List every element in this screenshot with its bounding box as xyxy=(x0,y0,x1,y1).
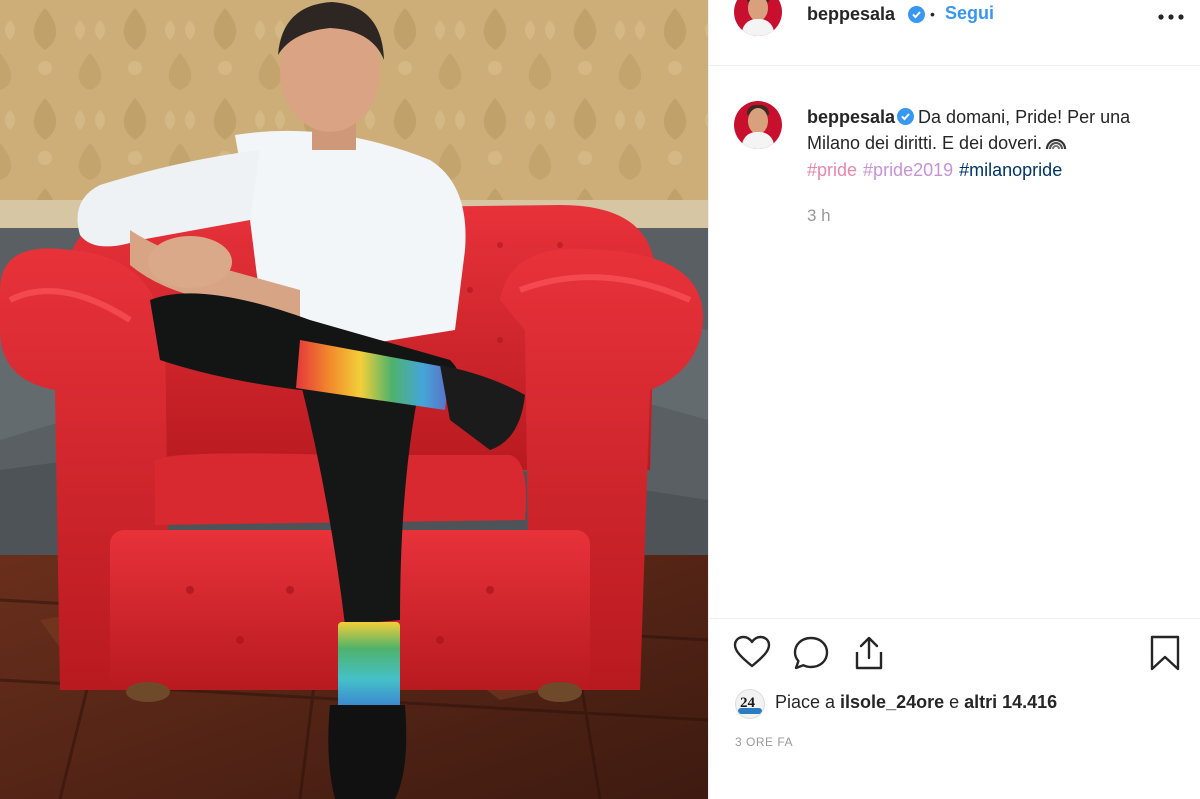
verified-badge-icon xyxy=(908,6,925,23)
photo-scene xyxy=(0,0,708,799)
liker-username[interactable]: ilsole_24ore xyxy=(840,692,944,712)
caption-username[interactable]: beppesala xyxy=(807,107,895,127)
comment-icon[interactable] xyxy=(792,635,830,676)
post-caption: beppesala Da domani, Pride! Per una Milan… xyxy=(807,104,1167,183)
bookmark-icon[interactable] xyxy=(1149,634,1181,677)
hashtag-link[interactable]: #milanopride xyxy=(959,160,1062,180)
author-username[interactable]: beppesala xyxy=(807,4,895,25)
likes-count[interactable]: altri 14.416 xyxy=(964,692,1057,712)
heart-icon[interactable] xyxy=(733,635,771,674)
more-options-icon[interactable] xyxy=(1157,8,1185,26)
post-actions: 24 Piace a ilsole_24ore e altri 14.416 3… xyxy=(709,618,1200,799)
post-date[interactable]: 3 ORE FA xyxy=(735,735,793,749)
hashtag-link[interactable]: #pride2019 xyxy=(863,160,953,180)
caption-author-avatar[interactable] xyxy=(734,101,782,149)
rainbow-icon xyxy=(1045,131,1067,157)
share-icon[interactable] xyxy=(851,635,887,676)
caption-hashtags: #pride #pride2019 #milanopride xyxy=(807,157,1167,183)
hashtag-link[interactable]: #pride xyxy=(807,160,857,180)
separator-dot: • xyxy=(930,6,935,22)
likes-conjunction: e xyxy=(944,692,965,712)
post-sidebar: beppesala • Segui beppesala Da domani, Pr… xyxy=(708,0,1200,799)
post-photo[interactable] xyxy=(0,0,708,799)
author-avatar[interactable] xyxy=(734,0,782,36)
liker-avatar[interactable]: 24 xyxy=(735,689,765,719)
caption-verified-badge-icon xyxy=(897,108,915,125)
caption-timestamp[interactable]: 3 h xyxy=(807,206,831,226)
follow-button[interactable]: Segui xyxy=(945,3,994,24)
likes-text: Piace a ilsole_24ore e altri 14.416 xyxy=(775,692,1057,713)
post-header: beppesala • Segui xyxy=(709,0,1200,66)
likes-prefix: Piace a xyxy=(775,692,841,712)
